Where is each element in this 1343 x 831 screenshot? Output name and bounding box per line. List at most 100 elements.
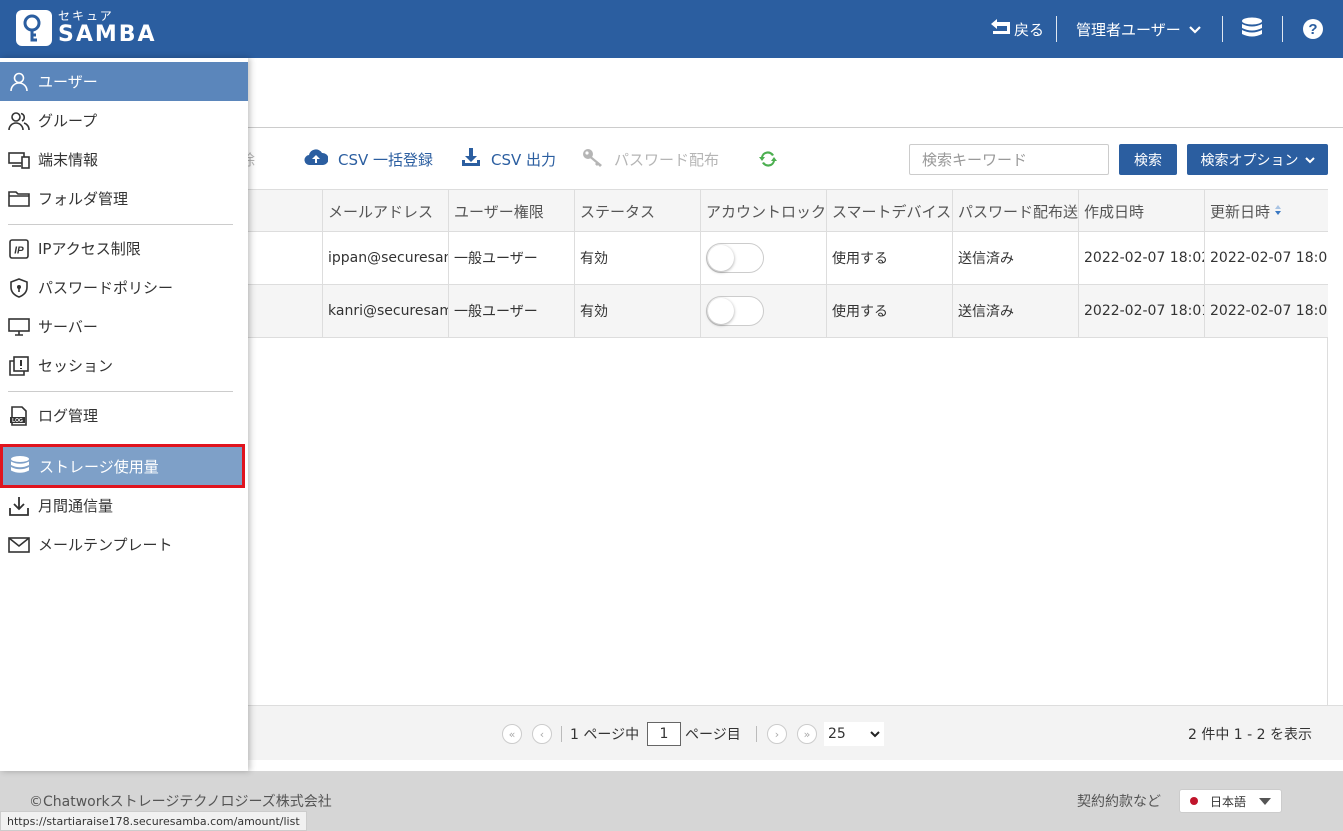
user-icon [8, 71, 30, 93]
search-options-label: 検索オプション [1200, 152, 1299, 169]
page-suffix: ページ目 [685, 726, 741, 743]
last-page-icon[interactable]: » [797, 724, 817, 744]
sidebar-item-monthly-traffic[interactable]: 月間通信量 [0, 486, 248, 525]
group-icon [8, 110, 30, 132]
column-header-email[interactable]: メールアドレス [322, 190, 448, 232]
search-button-label: 検索 [1134, 152, 1162, 169]
column-header-account-lock[interactable]: アカウントロック [700, 190, 826, 232]
terms-link[interactable]: 契約約款など [1077, 791, 1161, 811]
cell-role: 一般ユーザー [448, 285, 574, 337]
next-page-icon[interactable]: › [767, 724, 787, 744]
sidebar-item-password-policy[interactable]: パスワードポリシー [0, 268, 248, 307]
chevron-down-icon [1188, 20, 1201, 38]
csv-import-button[interactable]: CSV 一括登録 [304, 129, 433, 189]
chevron-down-icon [870, 726, 880, 742]
sidebar-item-label: ログ管理 [38, 407, 99, 425]
csv-export-button[interactable]: CSV 出力 [461, 129, 556, 189]
table-header-row: メールアドレス ユーザー権限 ステータス アカウントロック スマートデバイス パ… [248, 190, 1328, 232]
table-row[interactable]: ippan@securesam 一般ユーザー 有効 使用する 送信済み 2022… [248, 232, 1328, 285]
column-header-role[interactable]: ユーザー権限 [448, 190, 574, 232]
search-input[interactable]: 検索キーワード [909, 144, 1109, 175]
sidebar-item-devices[interactable]: 端末情報 [0, 140, 248, 179]
sidebar-item-logs[interactable]: LOG ログ管理 [0, 396, 248, 435]
column-header-updated[interactable]: 更新日時 [1204, 190, 1328, 232]
prev-page-icon[interactable]: ‹ [532, 724, 552, 744]
column-header-status[interactable]: ステータス [574, 190, 700, 232]
svg-text:IP: IP [14, 245, 24, 256]
sidebar-item-storage-usage[interactable]: ストレージ使用量 [0, 444, 245, 488]
database-icon [9, 455, 31, 477]
cell-smart-device: 使用する [826, 232, 952, 284]
cell-updated: 2022-02-07 18:02: [1204, 285, 1328, 337]
cell-status: 有効 [574, 232, 700, 284]
cell-email: kanri@securesam [322, 285, 448, 337]
cell-created: 2022-02-07 18:02: [1078, 232, 1204, 284]
session-icon [8, 355, 30, 377]
shield-icon [8, 277, 30, 299]
sidebar-item-session[interactable]: セッション [0, 346, 248, 385]
folder-icon [8, 188, 30, 210]
ip-icon: IP [8, 238, 30, 260]
column-header-password-sent[interactable]: パスワード配布送 [952, 190, 1078, 232]
language-label: 日本語 [1210, 794, 1247, 809]
sidebar-item-server[interactable]: サーバー [0, 307, 248, 346]
table-row[interactable]: kanri@securesam 一般ユーザー 有効 使用する 送信済み 2022… [248, 285, 1328, 338]
csv-import-label: CSV 一括登録 [338, 150, 434, 169]
monitor-icon [8, 316, 30, 338]
sidebar-item-ip-access[interactable]: IP IPアクセス制限 [0, 229, 248, 268]
toolbar: 除 CSV 一括登録 CSV 出力 パスワード配布 検索キーワード 検索 検索オ… [240, 129, 1343, 189]
svg-text:?: ? [1308, 21, 1317, 38]
admin-label: 管理者ユーザー [1076, 20, 1181, 39]
cell-lock [700, 232, 826, 284]
copyright: ©Chatworkストレージテクノロジーズ株式会社 [29, 794, 332, 810]
log-icon: LOG [8, 405, 30, 427]
cell-lock [700, 285, 826, 337]
sort-icon [1274, 202, 1282, 220]
page-number-input[interactable]: 1 [647, 722, 681, 746]
sidebar-item-label: セッション [38, 357, 114, 375]
per-page-select[interactable]: 25 [824, 722, 884, 746]
help-icon[interactable]: ? [1302, 0, 1324, 58]
result-summary: 2 件中 1 - 2 を表示 [1188, 726, 1313, 743]
admin-user-menu[interactable]: 管理者ユーザー [1076, 0, 1201, 58]
sidebar-item-label: サーバー [38, 318, 98, 336]
cell-smart-device: 使用する [826, 285, 952, 337]
japan-flag-icon [1190, 797, 1198, 805]
pagination-bar: « ‹ 1 ページ中 1 ページ目 › » 25 2 件中 1 - 2 を表示 [248, 705, 1343, 760]
account-lock-toggle[interactable] [706, 296, 764, 326]
sidebar-item-label: ユーザー [38, 73, 98, 91]
first-page-icon[interactable]: « [502, 724, 522, 744]
back-button[interactable]: 戻る [990, 0, 1044, 58]
sidebar-item-groups[interactable]: グループ [0, 101, 248, 140]
logo-title: SAMBA [58, 22, 157, 47]
key-logo-icon [16, 10, 52, 46]
search-button[interactable]: 検索 [1119, 144, 1177, 175]
sidebar-item-users[interactable]: ユーザー [0, 62, 248, 101]
column-header-created[interactable]: 作成日時 [1078, 190, 1204, 232]
svg-text:LOG: LOG [12, 418, 23, 424]
cell-role: 一般ユーザー [448, 232, 574, 284]
search-options-button[interactable]: 検索オプション [1187, 144, 1328, 175]
column-header-smart-device[interactable]: スマートデバイス [826, 190, 952, 232]
sidebar-item-label: グループ [38, 112, 98, 130]
sidebar-item-label: パスワードポリシー [38, 279, 174, 297]
status-bar-url: https://startiaraise178.securesamba.com/… [0, 811, 307, 831]
account-lock-toggle[interactable] [706, 243, 764, 273]
refresh-icon[interactable] [758, 129, 778, 189]
devices-icon [8, 149, 30, 171]
sidebar-item-folders[interactable]: フォルダ管理 [0, 179, 248, 218]
password-distribution-button[interactable]: パスワード配布 [582, 129, 719, 189]
per-page-value: 25 [828, 726, 846, 742]
back-arrow-icon [990, 19, 1012, 39]
cell-status: 有効 [574, 285, 700, 337]
database-icon[interactable] [1241, 0, 1263, 58]
page-title-area [248, 58, 1343, 128]
logo-subtitle: セキュア [58, 9, 114, 23]
sidebar-item-mail-template[interactable]: メールテンプレート [0, 525, 248, 564]
chevron-down-icon [1304, 152, 1315, 168]
password-distribution-label: パスワード配布 [614, 150, 720, 169]
back-label: 戻る [1014, 20, 1045, 39]
language-select[interactable]: 日本語 [1179, 789, 1282, 813]
logo[interactable]: セキュア SAMBA [16, 10, 157, 46]
sidebar-item-label: 端末情報 [38, 151, 99, 169]
